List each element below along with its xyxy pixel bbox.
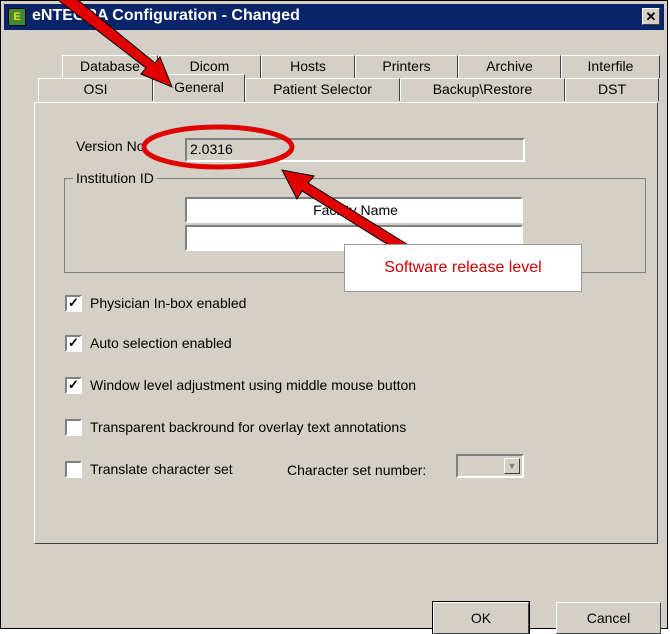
arrow-to-version-field xyxy=(281,169,411,255)
highlight-ellipse xyxy=(141,124,295,170)
arrow-to-general-tab xyxy=(57,0,173,88)
annotation-callout: Software release level xyxy=(344,244,582,292)
annotation-overlay xyxy=(57,0,411,255)
